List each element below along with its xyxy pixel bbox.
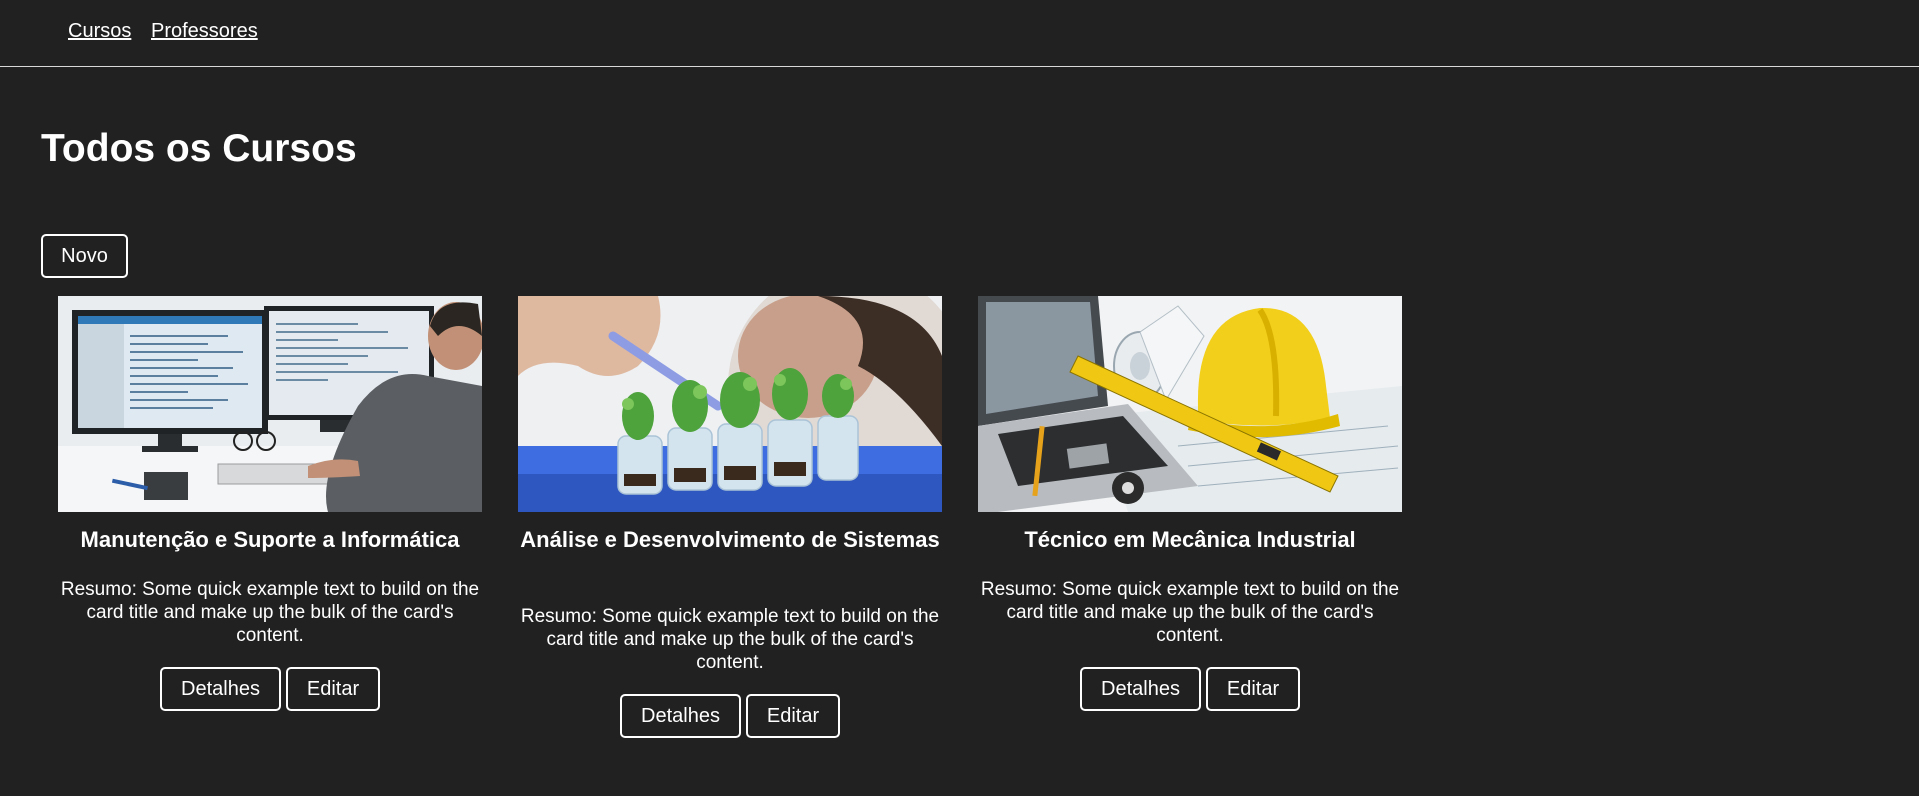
course-image-lab [518, 296, 942, 512]
course-image-computer [58, 296, 482, 512]
course-title: Manutenção e Suporte a Informática [80, 527, 460, 552]
course-summary: Resumo: Some quick example text to build… [520, 606, 940, 673]
top-navigation: Cursos Professores [0, 0, 1919, 67]
new-course-button[interactable]: Novo [41, 234, 128, 278]
edit-button[interactable]: Editar [286, 667, 380, 711]
course-image-mechanical [978, 296, 1402, 512]
details-button[interactable]: Detalhes [160, 667, 281, 711]
course-summary: Resumo: Some quick example text to build… [980, 579, 1400, 646]
course-title: Técnico em Mecânica Industrial [1024, 527, 1356, 552]
edit-button[interactable]: Editar [1206, 667, 1300, 711]
course-title: Análise e Desenvolvimento de Sistemas [520, 527, 940, 552]
edit-button[interactable]: Editar [746, 694, 840, 738]
nav-link-professores[interactable]: Professores [151, 20, 258, 43]
page-title: Todos os Cursos [41, 127, 357, 170]
nav-link-cursos[interactable]: Cursos [68, 20, 131, 43]
course-summary: Resumo: Some quick example text to build… [60, 579, 480, 646]
details-button[interactable]: Detalhes [620, 694, 741, 738]
details-button[interactable]: Detalhes [1080, 667, 1201, 711]
